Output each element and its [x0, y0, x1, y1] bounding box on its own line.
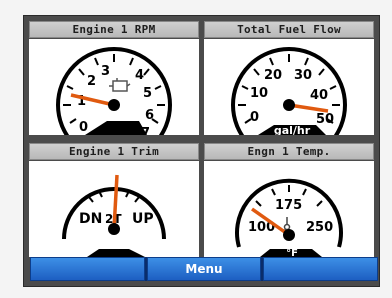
- trim-down-label: DN: [79, 211, 102, 227]
- tick-30: 30: [294, 68, 312, 83]
- gauge-face: 175 100 250 °F: [204, 161, 374, 257]
- gauge-engine-rpm: Engine 1 RPM 0 1 2 3 4 5 6 7: [29, 21, 199, 135]
- gauge-trim: Engine 1 Trim DN UP 2T: [29, 143, 199, 257]
- menu-button[interactable]: Menu: [146, 257, 262, 281]
- gauge-title: Total Fuel Flow: [204, 21, 374, 38]
- tick-175: 175: [275, 198, 302, 213]
- tick-40: 40: [310, 88, 328, 103]
- tick-5: 5: [143, 86, 152, 101]
- gauge-face: 0 1 2 3 4 5 6 7: [29, 39, 199, 135]
- tick-0: 0: [250, 110, 259, 125]
- tick-4: 4: [135, 68, 144, 83]
- unit-label: °F: [286, 248, 298, 257]
- softkey-bar: Menu: [30, 257, 379, 281]
- needle-hub: [108, 99, 120, 111]
- gauge-face: DN UP 2T: [29, 161, 199, 257]
- needle-hub: [283, 229, 295, 241]
- gauge-title: Engine 1 Trim: [29, 143, 199, 160]
- gauge-panel: Engine 1 RPM 0 1 2 3 4 5 6 7 Total Fuel …: [23, 15, 380, 287]
- gauge-base: [87, 249, 145, 257]
- gauge-face: 0 10 20 30 40 50 gal/hr: [204, 39, 374, 135]
- tick-6: 6: [145, 108, 154, 123]
- softkey-right-button[interactable]: [263, 257, 379, 281]
- tick-50: 50: [316, 112, 334, 127]
- tick-20: 20: [264, 68, 282, 83]
- tick-0: 0: [79, 120, 88, 135]
- gauge-title: Engn 1 Temp.: [204, 143, 374, 160]
- gauge-title: Engine 1 RPM: [29, 21, 199, 38]
- tick-3: 3: [101, 64, 110, 79]
- unit-label: gal/hr: [274, 124, 311, 135]
- needle-hub: [108, 223, 120, 235]
- tick-2: 2: [87, 74, 96, 89]
- tick-250: 250: [306, 220, 333, 235]
- tick-10: 10: [250, 86, 268, 101]
- needle-hub: [283, 99, 295, 111]
- gauge-fuel-flow: Total Fuel Flow 0 10 20 30 40 50 gal/hr: [204, 21, 374, 135]
- trim-up-label: UP: [132, 211, 154, 227]
- gauge-engine-temp: Engn 1 Temp. 175 100 250 °F: [204, 143, 374, 257]
- softkey-left-button[interactable]: [30, 257, 145, 281]
